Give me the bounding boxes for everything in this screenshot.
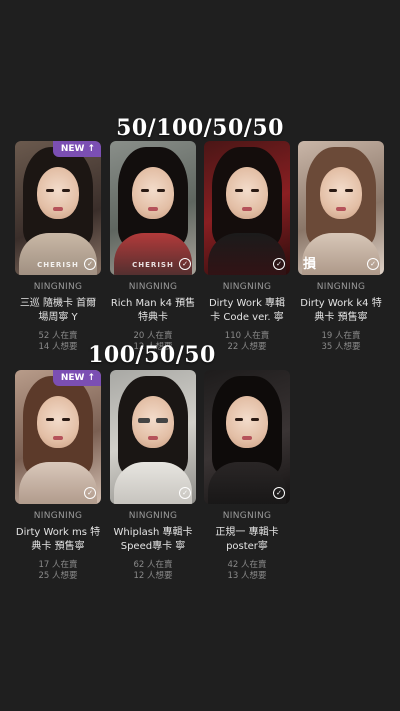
- card-title: Dirty Work k4 特典卡 預售寧: [300, 298, 382, 323]
- card-title: 正規一 專輯卡 poster寧: [215, 527, 279, 552]
- card-title: Dirty Work ms 特典卡 預售寧: [15, 527, 101, 552]
- card-photo[interactable]: 損 ✓: [298, 141, 384, 275]
- arrow-up-icon: ↑: [87, 373, 95, 383]
- card-photocard[interactable]: CHERISH ✓ NEW ↑ NINGNING 三巡 隨機卡 首爾場周寧 Y 5…: [15, 141, 101, 353]
- card-selling-count: 20 人在賣: [133, 331, 173, 341]
- check-circle-icon[interactable]: ✓: [367, 258, 379, 270]
- card-photocard[interactable]: ✓ NINGNING Whiplash 專輯卡 Speed專卡 寧 62 人在賣…: [110, 370, 196, 582]
- card-photocard[interactable]: CHERISH ✓ NINGNING Rich Man k4 預售 特典卡 20…: [110, 141, 196, 353]
- card-photocard[interactable]: ✓ NINGNING Dirty Work 專輯卡 Code ver. 寧 11…: [204, 141, 290, 353]
- check-circle-icon[interactable]: ✓: [179, 258, 191, 270]
- card-artist: NINGNING: [222, 511, 272, 521]
- card-photo[interactable]: ✓ NEW ↑: [15, 370, 101, 504]
- card-title: Dirty Work 專輯卡 Code ver. 寧: [208, 298, 286, 323]
- card-photo[interactable]: CHERISH ✓ NEW ↑: [15, 141, 101, 275]
- card-artist: NINGNING: [222, 282, 272, 292]
- card-photocard[interactable]: 損 ✓ NINGNING Dirty Work k4 特典卡 預售寧 19 人在…: [298, 141, 384, 353]
- card-artist: NINGNING: [128, 282, 178, 292]
- card-photocard[interactable]: ✓ NEW ↑ NINGNING Dirty Work ms 特典卡 預售寧 17…: [15, 370, 101, 582]
- card-artist: NINGNING: [33, 282, 83, 292]
- card-artist: NINGNING: [33, 511, 83, 521]
- new-badge: NEW ↑: [52, 370, 101, 386]
- card-title: Rich Man k4 預售 特典卡: [110, 298, 196, 323]
- card-title: Whiplash 專輯卡 Speed專卡 寧: [113, 527, 193, 552]
- section-heading-top: 50/100/50/50: [116, 115, 284, 141]
- card-selling-count: 19 人在賣: [321, 331, 361, 341]
- card-wanting-count: 12 人想要: [133, 571, 173, 581]
- card-selling-count: 17 人在賣: [38, 560, 78, 570]
- card-selling-count: 52 人在賣: [38, 331, 78, 341]
- card-selling-count: 42 人在賣: [227, 560, 267, 570]
- check-circle-icon[interactable]: ✓: [84, 258, 96, 270]
- card-photocard[interactable]: ✓ NINGNING 正規一 專輯卡 poster寧 42 人在賣 13 人想要: [204, 370, 290, 582]
- check-circle-icon[interactable]: ✓: [84, 487, 96, 499]
- new-badge: NEW ↑: [52, 141, 101, 157]
- card-photo[interactable]: ✓: [110, 370, 196, 504]
- card-photo[interactable]: ✓: [204, 370, 290, 504]
- check-circle-icon[interactable]: ✓: [273, 487, 285, 499]
- card-artist: NINGNING: [316, 282, 366, 292]
- check-circle-icon[interactable]: ✓: [273, 258, 285, 270]
- card-title: 三巡 隨機卡 首爾場周寧 Y: [19, 298, 97, 323]
- arrow-up-icon: ↑: [87, 144, 95, 154]
- card-artist: NINGNING: [128, 511, 178, 521]
- section-heading-bottom: 100/50/50: [88, 342, 216, 368]
- damage-stamp: 損: [303, 257, 317, 272]
- card-photo[interactable]: ✓: [204, 141, 290, 275]
- card-selling-count: 110 人在賣: [224, 331, 270, 341]
- card-wanting-count: 13 人想要: [227, 571, 267, 581]
- card-selling-count: 62 人在賣: [133, 560, 173, 570]
- card-photo[interactable]: CHERISH ✓: [110, 141, 196, 275]
- check-circle-icon[interactable]: ✓: [179, 487, 191, 499]
- card-wanting-count: 25 人想要: [38, 571, 78, 581]
